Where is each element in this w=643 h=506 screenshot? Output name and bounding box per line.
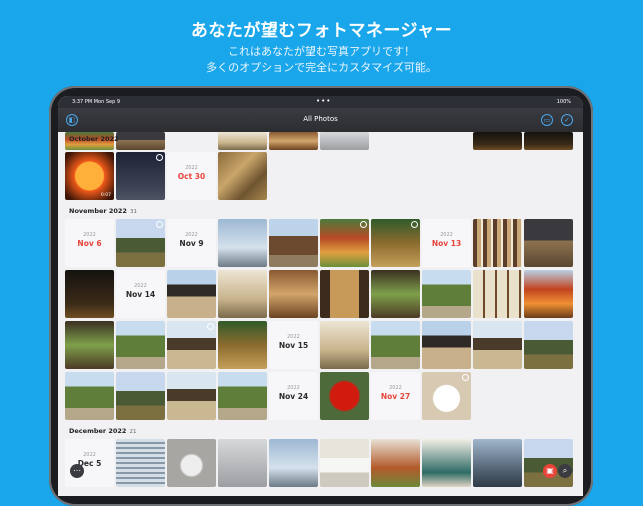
- date-card[interactable]: 2022 Dec 5: [65, 439, 114, 487]
- select-circle-icon[interactable]: [156, 221, 163, 228]
- date-card[interactable]: 2022 Nov 24: [269, 372, 318, 420]
- nav-bar: ◧ All Photos ▭ ✓: [58, 108, 583, 132]
- photo-thumbnail[interactable]: [65, 270, 114, 318]
- photo-thumbnail[interactable]: [116, 439, 165, 487]
- photo-thumbnail[interactable]: [371, 219, 420, 267]
- photo-thumbnail[interactable]: [371, 270, 420, 318]
- photo-thumbnail[interactable]: [167, 321, 216, 369]
- select-circle-icon[interactable]: [156, 154, 163, 161]
- inbox-icon[interactable]: ▭: [541, 114, 553, 126]
- photo-thumbnail[interactable]: [116, 372, 165, 420]
- photo-thumbnail[interactable]: [320, 219, 369, 267]
- status-time: 3:37 PM Mon Sep 9: [72, 99, 121, 105]
- select-circle-icon[interactable]: [360, 221, 367, 228]
- photo-thumbnail[interactable]: [524, 321, 573, 369]
- photo-thumbnail[interactable]: [218, 270, 267, 318]
- nav-title: All Photos: [303, 115, 338, 123]
- promo-headline: あなたが望むフォトマネージャー: [190, 21, 453, 41]
- photo-thumbnail[interactable]: [65, 372, 114, 420]
- photo-thumbnail[interactable]: [116, 321, 165, 369]
- date-card[interactable]: 2022 Nov 27: [371, 372, 420, 420]
- slideshow-icon[interactable]: ▣: [543, 464, 557, 478]
- date-card[interactable]: 2022 Nov 15: [269, 321, 318, 369]
- select-circle-icon[interactable]: [207, 323, 214, 330]
- photo-thumbnail[interactable]: [371, 439, 420, 487]
- photo-thumbnail[interactable]: [473, 270, 522, 318]
- photo-thumbnail[interactable]: [422, 270, 471, 318]
- photo-thumbnail[interactable]: [473, 132, 522, 150]
- photo-thumbnail[interactable]: [473, 439, 522, 487]
- photo-thumbnail[interactable]: [218, 321, 267, 369]
- photo-thumbnail[interactable]: [167, 439, 216, 487]
- section-header: December 2022 21: [69, 427, 137, 435]
- multitask-dots-icon[interactable]: •••: [316, 97, 331, 105]
- photo-thumbnail[interactable]: [422, 372, 471, 420]
- photo-thumbnail[interactable]: [320, 270, 369, 318]
- photo-thumbnail[interactable]: [269, 439, 318, 487]
- photo-thumbnail[interactable]: [116, 132, 165, 150]
- date-card[interactable]: 2022 Nov 14: [116, 270, 165, 318]
- date-card[interactable]: 2022 Nov 6: [65, 219, 114, 267]
- photo-thumbnail[interactable]: [524, 132, 573, 150]
- select-icon[interactable]: ✓: [561, 114, 573, 126]
- photo-thumbnail[interactable]: [218, 439, 267, 487]
- status-bar: 3:37 PM Mon Sep 9 ••• 100%: [58, 96, 583, 108]
- date-card[interactable]: 2022 Nov 9: [167, 219, 216, 267]
- photo-thumbnail[interactable]: [422, 321, 471, 369]
- photo-thumbnail[interactable]: [524, 219, 573, 267]
- date-card[interactable]: 2022 Oct 30: [167, 152, 216, 200]
- photo-thumbnail[interactable]: [320, 321, 369, 369]
- date-card[interactable]: 2022 Nov 13: [422, 219, 471, 267]
- photo-thumbnail[interactable]: [218, 152, 267, 200]
- more-options-icon[interactable]: ⋯: [70, 464, 84, 478]
- select-circle-icon[interactable]: [411, 221, 418, 228]
- photo-thumbnail[interactable]: [269, 219, 318, 267]
- photo-thumbnail[interactable]: [371, 321, 420, 369]
- photo-thumbnail[interactable]: [167, 372, 216, 420]
- video-duration: 0:07: [100, 193, 111, 198]
- photo-thumbnail[interactable]: [524, 439, 573, 487]
- select-circle-icon[interactable]: [462, 374, 469, 381]
- section-header: October 2022: [69, 135, 119, 143]
- photo-thumbnail[interactable]: [116, 152, 165, 200]
- photo-thumbnail[interactable]: [473, 321, 522, 369]
- photo-thumbnail[interactable]: [524, 270, 573, 318]
- status-battery: 100%: [556, 99, 571, 105]
- promo-subline-1: これはあなたが望む写真アプリです！: [228, 45, 415, 58]
- photo-thumbnail[interactable]: [320, 132, 369, 150]
- photo-thumbnail[interactable]: [473, 219, 522, 267]
- photo-thumbnail[interactable]: [269, 270, 318, 318]
- photo-thumbnail[interactable]: [65, 321, 114, 369]
- photo-thumbnail[interactable]: [218, 372, 267, 420]
- photo-thumbnail[interactable]: [269, 132, 318, 150]
- section-header: November 2022 31: [69, 207, 137, 215]
- photo-thumbnail[interactable]: [218, 132, 267, 150]
- app-screen: 3:37 PM Mon Sep 9 ••• 100% ◧ All Photos …: [58, 96, 583, 496]
- photo-thumbnail[interactable]: [320, 372, 369, 420]
- photo-thumbnail[interactable]: [218, 219, 267, 267]
- video-thumbnail[interactable]: 0:07: [65, 152, 114, 200]
- photo-thumbnail[interactable]: [422, 439, 471, 487]
- photo-thumbnail[interactable]: [167, 270, 216, 318]
- search-icon[interactable]: ⌕: [558, 464, 572, 478]
- promo-subline-2: 多くのオプションで完全にカスタマイズ可能。: [206, 61, 437, 74]
- photo-thumbnail[interactable]: [320, 439, 369, 487]
- photo-thumbnail[interactable]: [116, 219, 165, 267]
